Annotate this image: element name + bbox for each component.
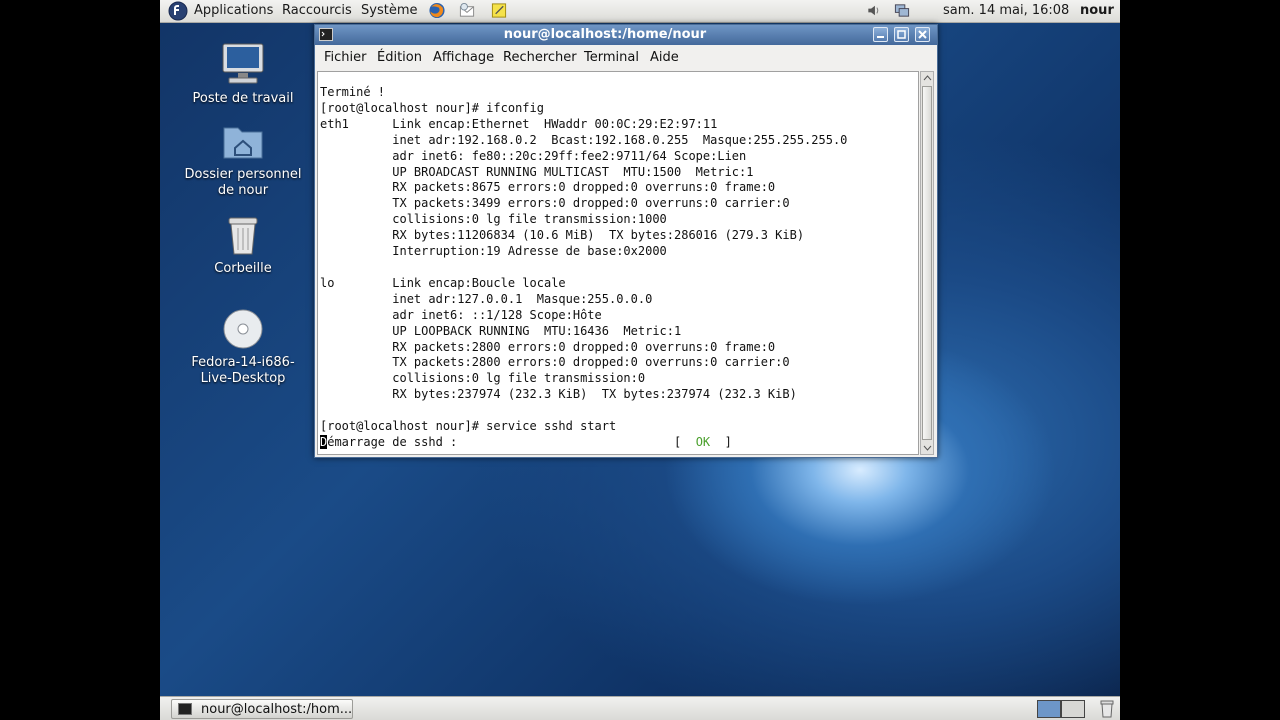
terminal-line: [root@localhost nour]# service sshd star… (320, 419, 617, 434)
minimize-icon (877, 36, 884, 38)
network-icon[interactable] (893, 2, 911, 19)
terminal-line: eth1 Link encap:Ethernet HWaddr 00:0C:29… (320, 116, 718, 131)
terminal-line: adr inet6: ::1/128 Scope:Hôte (392, 307, 602, 322)
scrollbar-thumb[interactable] (922, 86, 932, 440)
minimize-button[interactable] (873, 27, 888, 42)
volume-icon[interactable] (865, 2, 883, 19)
terminal-line: TX packets:2800 errors:0 dropped:0 overr… (392, 355, 790, 370)
terminal-lines: Terminé ! [root@localhost nour]# ifconfi… (320, 85, 847, 433)
close-icon (918, 30, 927, 39)
terminal-line: RX bytes:11206834 (10.6 MiB) TX bytes:28… (392, 228, 805, 243)
desktop-icon-trash[interactable]: Corbeille (183, 214, 303, 277)
maximize-icon (897, 30, 906, 39)
ok-status: OK (695, 434, 711, 449)
vertical-scrollbar[interactable] (920, 71, 934, 455)
terminal-line: inet adr:192.168.0.2 Bcast:192.168.0.255… (392, 132, 848, 147)
terminal-text: Terminé ! [root@localhost nour]# ifconfi… (320, 85, 847, 451)
menu-edition[interactable]: Édition (377, 50, 422, 65)
window-titlebar[interactable]: nour@localhost:/home/nour (315, 25, 937, 45)
firefox-icon[interactable] (428, 2, 446, 19)
scroll-down-icon[interactable] (922, 442, 933, 453)
desktop-icon-home-folder[interactable]: Dossier personnel de nour (183, 122, 303, 199)
taskbar-window-label: nour@localhost:/hom... (201, 702, 353, 717)
menu-rechercher[interactable]: Rechercher (503, 50, 577, 65)
terminal-line: Terminé ! (320, 85, 386, 99)
close-button[interactable] (915, 27, 930, 42)
menu-applications[interactable]: Applications (194, 3, 273, 18)
user-name[interactable]: nour (1080, 3, 1114, 18)
text-editor-icon[interactable] (490, 2, 508, 19)
dvd-icon (223, 309, 263, 349)
maximize-button[interactable] (894, 27, 909, 42)
desktop-icon-label: Dossier personnel de nour (184, 167, 302, 198)
status-line-text: émarrage de sshd : [ (327, 434, 696, 449)
terminal-line: [root@localhost nour]# ifconfig (320, 100, 544, 115)
menu-systeme[interactable]: Système (361, 3, 417, 18)
menu-affichage[interactable]: Affichage (433, 50, 494, 65)
terminal-menubar: Fichier Édition Affichage Rechercher Ter… (315, 46, 937, 70)
terminal-line: RX packets:8675 errors:0 dropped:0 overr… (392, 180, 776, 195)
mail-icon[interactable] (458, 2, 476, 19)
menu-fichier[interactable]: Fichier (324, 50, 367, 65)
terminal-line: RX packets:2800 errors:0 dropped:0 overr… (392, 339, 776, 354)
bottom-panel: nour@localhost:/hom... (160, 696, 1120, 720)
terminal-window[interactable]: nour@localhost:/home/nour Fichier Éditio… (314, 24, 938, 458)
desktop-icon-dvd[interactable]: Fedora-14-i686-Live-Desktop (183, 308, 303, 387)
menu-aide[interactable]: Aide (650, 50, 679, 65)
terminal-line: UP BROADCAST RUNNING MULTICAST MTU:1500 … (392, 164, 754, 179)
desktop: Applications Raccourcis Système sam. 14 … (160, 0, 1120, 720)
workspace-switcher-icon[interactable] (1037, 700, 1085, 718)
computer-icon (222, 43, 264, 84)
terminal-line: RX bytes:237974 (232.3 KiB) TX bytes:237… (392, 387, 797, 402)
terminal-icon (178, 703, 192, 715)
status-line-tail: ] (710, 434, 732, 449)
desktop-icon-label: Poste de travail (192, 91, 294, 106)
top-panel: Applications Raccourcis Système sam. 14 … (160, 0, 1120, 23)
menu-terminal[interactable]: Terminal (584, 50, 639, 65)
scroll-up-icon[interactable] (922, 73, 933, 84)
menu-raccourcis[interactable]: Raccourcis (282, 3, 352, 18)
terminal-line: Interruption:19 Adresse de base:0x2000 (392, 244, 667, 259)
window-title: nour@localhost:/home/nour (503, 27, 707, 42)
desktop-icon-computer[interactable]: Poste de travail (183, 42, 303, 107)
terminal-line: collisions:0 lg file transmission:1000 (392, 212, 667, 227)
taskbar-window-button[interactable]: nour@localhost:/hom... (171, 699, 353, 719)
terminal-line: UP LOOPBACK RUNNING MTU:16436 Metric:1 (392, 323, 682, 338)
desktop-icon-label: Corbeille (214, 261, 272, 276)
clock[interactable]: sam. 14 mai, 16:08 (943, 3, 1069, 18)
home-folder-icon (223, 127, 263, 159)
fedora-logo-icon[interactable] (168, 1, 188, 21)
terminal-line: TX packets:3499 errors:0 dropped:0 overr… (392, 196, 790, 211)
terminal-line: inet adr:127.0.0.1 Masque:255.0.0.0 (392, 291, 653, 306)
terminal-line: collisions:0 lg file transmission:0 (392, 371, 646, 386)
trash-icon[interactable] (1098, 699, 1116, 718)
terminal-output[interactable]: Terminé ! [root@localhost nour]# ifconfi… (317, 71, 919, 455)
trash-icon (228, 217, 258, 255)
terminal-line: adr inet6: fe80::20c:29ff:fee2:9711/64 S… (392, 148, 747, 163)
desktop-icon-label: Fedora-14-i686-Live-Desktop (191, 355, 295, 386)
terminal-line: lo Link encap:Boucle locale (320, 275, 566, 290)
